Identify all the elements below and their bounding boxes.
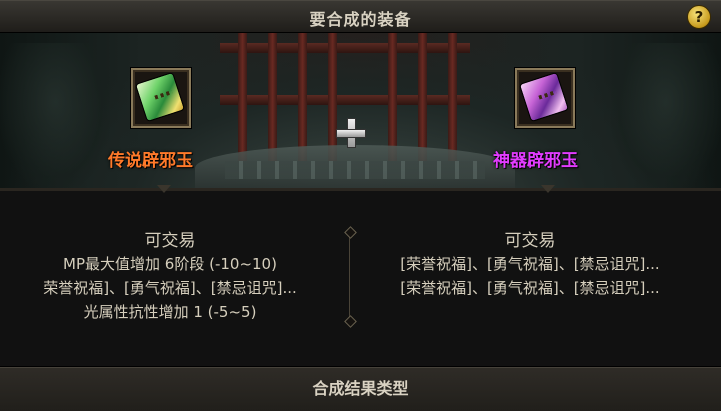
- question-icon[interactable]: ?: [687, 5, 711, 29]
- gate-bar: [388, 33, 397, 161]
- gate-beam: [220, 43, 470, 53]
- statue-left: [0, 43, 110, 191]
- synthesis-scene: 传说辟邪玉 神器辟邪玉: [0, 33, 721, 191]
- header-bar: 要合成的装备 ?: [0, 0, 721, 33]
- epic-jade-icon: [518, 71, 570, 123]
- gate-bar: [418, 33, 427, 161]
- left-pointer: [157, 185, 171, 193]
- left-item-info: 可交易 MP最大值增加 6阶段 (-10~10) 荣誉祝福]、[勇气祝福]、[禁…: [0, 198, 340, 348]
- right-pointer: [541, 185, 555, 193]
- gate-bar: [448, 33, 457, 161]
- right-stat-line: [荣誉祝福]、[勇气祝福]、[禁忌诅咒]...: [400, 279, 660, 297]
- divider-ornament: [344, 315, 357, 328]
- left-item-name: 传说辟邪玉: [108, 151, 193, 171]
- legendary-jade-icon: [134, 71, 186, 123]
- right-item-info: 可交易 [荣誉祝福]、[勇气祝福]、[禁忌诅咒]... [荣誉祝福]、[勇气祝福…: [360, 198, 700, 348]
- page-title: 要合成的装备: [309, 10, 412, 29]
- gate-beam: [220, 95, 470, 105]
- left-stat-line: MP最大值增加 6阶段 (-10~10): [63, 255, 277, 273]
- center-divider: [349, 231, 350, 323]
- right-item-slot[interactable]: [515, 68, 575, 128]
- left-stat-line: 荣誉祝福]、[勇气祝福]、[禁忌诅咒]...: [43, 279, 297, 297]
- plus-icon: [336, 118, 366, 148]
- footer-title: 合成结果类型: [312, 379, 409, 398]
- left-stat-line: 光属性抗性增加 1 (-5~5): [83, 303, 257, 321]
- left-item-slot[interactable]: [131, 68, 191, 128]
- divider-ornament: [344, 226, 357, 239]
- right-trade-status: 可交易: [504, 231, 556, 251]
- altar-band: [225, 161, 485, 179]
- right-item-name: 神器辟邪玉: [493, 151, 578, 171]
- left-trade-status: 可交易: [144, 231, 196, 251]
- gate-bar: [238, 33, 247, 161]
- gate-bar: [268, 33, 277, 161]
- footer-bar: 合成结果类型: [0, 366, 721, 411]
- gate-bar: [298, 33, 307, 161]
- scene-divider: [0, 188, 721, 191]
- statue-right: [611, 43, 721, 191]
- right-stat-line: [荣誉祝福]、[勇气祝福]、[禁忌诅咒]...: [400, 255, 660, 273]
